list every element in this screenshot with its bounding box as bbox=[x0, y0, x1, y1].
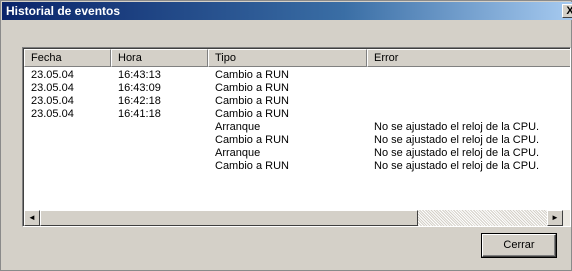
cell-tipo: Cambio a RUN bbox=[215, 82, 289, 94]
cell-tipo: Cambio a RUN bbox=[215, 160, 289, 172]
cell-hora: 16:41:18 bbox=[118, 108, 161, 120]
scroll-left-arrow-icon[interactable]: ◄ bbox=[24, 210, 40, 226]
cell-error: No se ajustado el reloj de la CPU. bbox=[374, 147, 540, 159]
scroll-thumb[interactable] bbox=[40, 210, 418, 226]
cell-fecha: 23.05.04 bbox=[31, 82, 74, 94]
cell-error: No se ajustado el reloj de la CPU. bbox=[374, 121, 540, 133]
table-body: 23.05.04 16:43:13 Cambio a RUN 23.05.04 … bbox=[24, 69, 570, 173]
table-row[interactable]: 23.05.04 16:41:18 Cambio a RUN bbox=[24, 108, 570, 121]
cell-error: No se ajustado el reloj de la CPU. bbox=[374, 160, 540, 172]
cell-hora: 16:43:13 bbox=[118, 69, 161, 81]
cell-fecha: 23.05.04 bbox=[31, 108, 74, 120]
scroll-right-arrow-icon[interactable]: ► bbox=[547, 210, 563, 226]
cell-tipo: Arranque bbox=[215, 121, 261, 133]
title-bar[interactable]: Historial de eventos X bbox=[2, 2, 572, 20]
column-header-hora[interactable]: Hora bbox=[111, 49, 208, 67]
cell-tipo: Cambio a RUN bbox=[215, 108, 289, 120]
column-header-error[interactable]: Error bbox=[367, 49, 570, 67]
cell-error: No se ajustado el reloj de la CPU. bbox=[374, 134, 540, 146]
horizontal-scrollbar[interactable]: ◄ ► bbox=[24, 210, 570, 226]
table-row[interactable]: Cambio a RUN No se ajustado el reloj de … bbox=[24, 134, 570, 147]
cell-hora: 16:43:09 bbox=[118, 82, 161, 94]
scroll-track[interactable] bbox=[418, 210, 549, 226]
event-history-window: Historial de eventos X Fecha Hora Tipo E… bbox=[0, 0, 572, 271]
window-title: Historial de eventos bbox=[6, 4, 121, 18]
column-header-tipo[interactable]: Tipo bbox=[208, 49, 367, 67]
table-row[interactable]: 23.05.04 16:43:13 Cambio a RUN bbox=[24, 69, 570, 82]
cell-tipo: Arranque bbox=[215, 147, 261, 159]
cerrar-button[interactable]: Cerrar bbox=[482, 234, 556, 257]
table-header: Fecha Hora Tipo Error bbox=[24, 49, 570, 67]
event-list-frame: Fecha Hora Tipo Error 23.05.04 16:43:13 … bbox=[23, 48, 570, 226]
cell-fecha: 23.05.04 bbox=[31, 69, 74, 81]
table-row[interactable]: 23.05.04 16:42:18 Cambio a RUN bbox=[24, 95, 570, 108]
cell-fecha: 23.05.04 bbox=[31, 95, 74, 107]
cell-hora: 16:42:18 bbox=[118, 95, 161, 107]
table-row[interactable]: Cambio a RUN No se ajustado el reloj de … bbox=[24, 160, 570, 173]
table-row[interactable]: Arranque No se ajustado el reloj de la C… bbox=[24, 121, 570, 134]
event-list[interactable]: Fecha Hora Tipo Error 23.05.04 16:43:13 … bbox=[22, 47, 571, 227]
table-row[interactable]: 23.05.04 16:43:09 Cambio a RUN bbox=[24, 82, 570, 95]
column-header-fecha[interactable]: Fecha bbox=[24, 49, 111, 67]
close-icon[interactable]: X bbox=[562, 4, 572, 18]
cell-tipo: Cambio a RUN bbox=[215, 134, 289, 146]
table-row[interactable]: Arranque No se ajustado el reloj de la C… bbox=[24, 147, 570, 160]
cell-tipo: Cambio a RUN bbox=[215, 95, 289, 107]
cell-tipo: Cambio a RUN bbox=[215, 69, 289, 81]
